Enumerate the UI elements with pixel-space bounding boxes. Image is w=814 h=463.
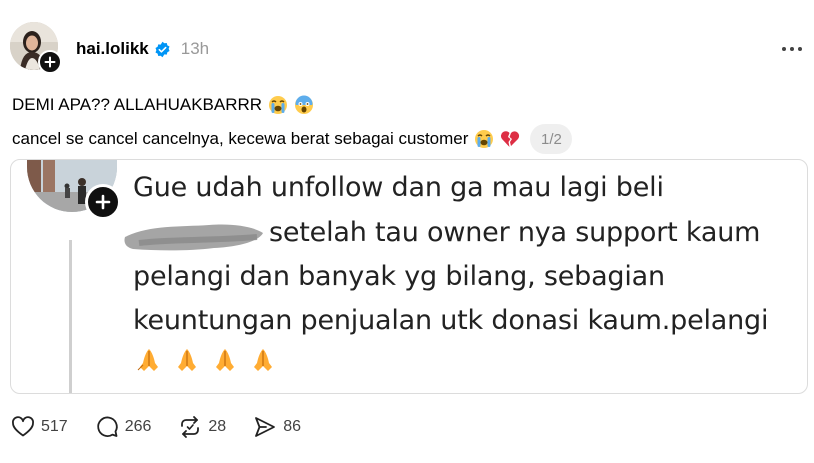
crying-face-emoji-icon <box>474 129 494 149</box>
share-button[interactable]: 86 <box>252 414 301 440</box>
folded-hands-emoji-icon <box>254 349 272 371</box>
quoted-text-line: keuntungan penjualan utk donasi kaum.pel… <box>133 305 769 336</box>
screaming-face-emoji-icon <box>294 95 314 115</box>
username-link[interactable]: hai.lolikk <box>76 39 149 59</box>
post-text-line-2: cancel se cancel cancelnya, kecewa berat… <box>12 124 573 154</box>
thread-connector-line <box>69 240 72 393</box>
quoted-text-line: Gue udah unfollow dan ga mau lagi beli <box>133 172 664 203</box>
like-button[interactable]: 517 <box>10 414 68 440</box>
quoted-text-line: pelangi dan banyak yg bilang, sebagian <box>133 261 665 292</box>
comment-count: 266 <box>124 418 152 435</box>
follow-plus-icon[interactable] <box>38 50 62 74</box>
post-timestamp: 13h <box>180 39 210 58</box>
post-text: cancel se cancel cancelnya, kecewa berat… <box>12 129 469 148</box>
quoted-text-line: setelah tau owner nya support kaum <box>269 217 761 248</box>
broken-heart-emoji-icon <box>500 129 520 149</box>
media-page-indicator: 1/2 <box>530 124 573 154</box>
post-text: DEMI APA?? ALLAHUAKBARRR <box>12 95 263 114</box>
comment-button[interactable]: 266 <box>94 414 152 440</box>
folded-hands-emoji-icon <box>216 349 234 371</box>
post-header: hai.lolikk 13h <box>76 37 209 61</box>
attached-image[interactable]: Gue udah unfollow dan ga mau lagi beli s… <box>10 159 808 394</box>
folded-hands-emoji-row <box>135 346 277 374</box>
like-count: 517 <box>41 418 68 435</box>
heart-icon <box>12 416 34 437</box>
repost-button[interactable]: 28 <box>177 414 226 440</box>
post-text-line-1: DEMI APA?? ALLAHUAKBARRR <box>12 95 314 115</box>
send-icon <box>255 417 276 437</box>
more-options-icon[interactable] <box>782 44 808 54</box>
crying-face-emoji-icon <box>268 95 288 115</box>
share-count: 86 <box>283 418 301 435</box>
post-action-bar: 517 266 28 86 <box>10 414 327 440</box>
redaction-scribble <box>124 224 264 251</box>
author-avatar[interactable] <box>10 22 62 74</box>
folded-hands-emoji-icon <box>178 349 196 371</box>
quoted-follow-plus-icon <box>85 184 121 220</box>
repost-icon <box>181 416 200 438</box>
verified-badge-icon <box>154 41 171 58</box>
comment-icon <box>97 416 118 437</box>
folded-hands-emoji-icon <box>137 349 158 371</box>
repost-count: 28 <box>208 418 227 435</box>
